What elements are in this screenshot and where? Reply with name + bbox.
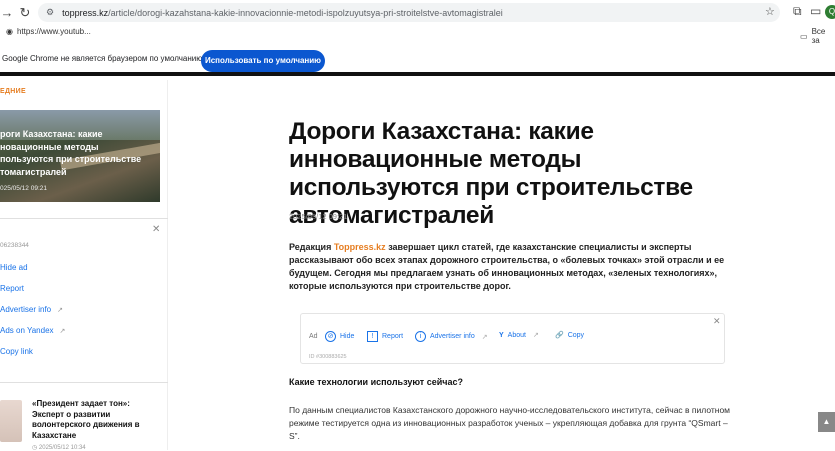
ads-on-yandex-link[interactable]: Ads on Yandex ↗ [0,326,65,335]
external-link-icon: ↗ [481,333,488,341]
card-date: 025/05/12 09:21 [0,185,47,192]
arrow-up-icon: ▲ [822,417,831,426]
article-date: 2025/05/12 09:21 [289,212,348,221]
news-title[interactable]: «Президент задает тон»: Эксперт о развит… [32,399,152,441]
inline-ad-menu: Ad ⊘ Hide ! Report i Advertiser info ↗ Y Abou… [300,313,725,364]
ads-on-yandex-label: Ads on Yandex [0,326,54,335]
extensions-icon[interactable]: ⧉ [793,4,802,19]
infobar-message: Google Chrome не является браузером по у… [2,54,205,63]
advertiser-info-label: Advertiser info [430,333,475,340]
news-date-text: 2025/05/12 10:34 [38,445,86,451]
globe-icon: ◉ [6,27,13,36]
site-info-icon[interactable]: ⚙ [46,7,54,18]
about-label: About [507,331,526,339]
warning-icon: ! [367,331,378,342]
link-icon: 🔗 [555,332,564,339]
hide-button[interactable]: ⊘ Hide [325,331,354,342]
article-title: Дороги Казахстана: какие инновационные м… [289,118,693,229]
external-link-icon: ↗ [59,328,66,335]
forward-icon[interactable]: → [0,5,14,20]
hide-ad-link[interactable]: Hide ad [0,263,28,272]
url-host: toppress.kz [62,7,109,18]
report-label: Report [0,284,25,293]
article-lead: Редакция Toppress.kz завершает цикл стат… [289,241,739,293]
ad-id: 06238344 [0,242,29,249]
brand-link[interactable]: Toppress.kz [334,242,386,252]
sidebar-featured-card[interactable]: роги Казахстана: какие новационные метод… [0,110,160,202]
article-subheading: Какие технологии используют сейчас? [289,377,463,387]
card-title[interactable]: роги Казахстана: какие новационные метод… [0,128,150,178]
set-default-button[interactable]: Использовать по умолчанию [201,50,325,72]
bookmark-youtube[interactable]: ◉ https://www.youtub... [6,27,91,36]
copy-label: Copy [567,331,585,339]
side-panel-icon[interactable]: ▭ [810,4,821,18]
report-link[interactable]: Report [0,284,24,293]
default-browser-infobar: Google Chrome не является браузером по у… [0,41,835,76]
advertiser-info-label: Advertiser info [0,305,52,314]
browser-toolbar: → ↻ ⚙ toppress.kz/article/dorogi-kazahst… [0,0,835,24]
copy-button[interactable]: 🔗 Copy [555,331,585,340]
external-link-icon: ↗ [532,332,539,339]
bookmark-label: https://www.youtub... [16,27,91,36]
hide-label: Hide [340,333,355,340]
info-icon: i [415,331,426,342]
address-bar[interactable]: ⚙ toppress.kz/article/dorogi-kazahstana-… [38,3,780,22]
clock-icon: ◷ [32,445,39,451]
scroll-to-top-button[interactable]: ▲ [818,412,835,432]
external-link-icon: ↗ [57,307,64,314]
yandex-icon: Y [499,331,504,339]
lead-prefix: Редакция [289,242,334,252]
ad-label: Ad [309,333,318,340]
eye-off-icon: ⊘ [325,331,336,342]
copy-link[interactable]: Copy link [0,347,33,356]
copy-link-label: Copy link [0,347,33,356]
close-icon[interactable]: ✕ [152,224,160,235]
article-paragraph: По данным специалистов Казахстанского до… [289,405,731,441]
advertiser-info-button[interactable]: i Advertiser info ↗ [415,331,488,342]
profile-avatar[interactable]: Q [825,5,835,19]
close-icon[interactable]: ✕ [713,316,721,327]
reload-icon[interactable]: ↻ [18,5,32,21]
bookmark-star-icon[interactable]: ☆ [765,5,775,18]
ad-id: ID #300883625 [309,354,347,360]
news-thumbnail[interactable] [0,400,22,442]
advertiser-info-link[interactable]: Advertiser info ↗ [0,305,63,314]
hide-ad-label: Hide ad [0,263,28,272]
url-path: /article/dorogi-kazahstana-kakie-innovac… [108,7,503,18]
browser-chrome: → ↻ ⚙ toppress.kz/article/dorogi-kazahst… [0,0,835,76]
about-button[interactable]: Y About ↗ [499,331,539,340]
sidebar-section-tag: ЕДНИЕ [0,88,26,95]
folder-icon: ▭ [800,31,808,41]
report-button[interactable]: ! Report [367,331,403,342]
report-label: Report [382,333,404,340]
